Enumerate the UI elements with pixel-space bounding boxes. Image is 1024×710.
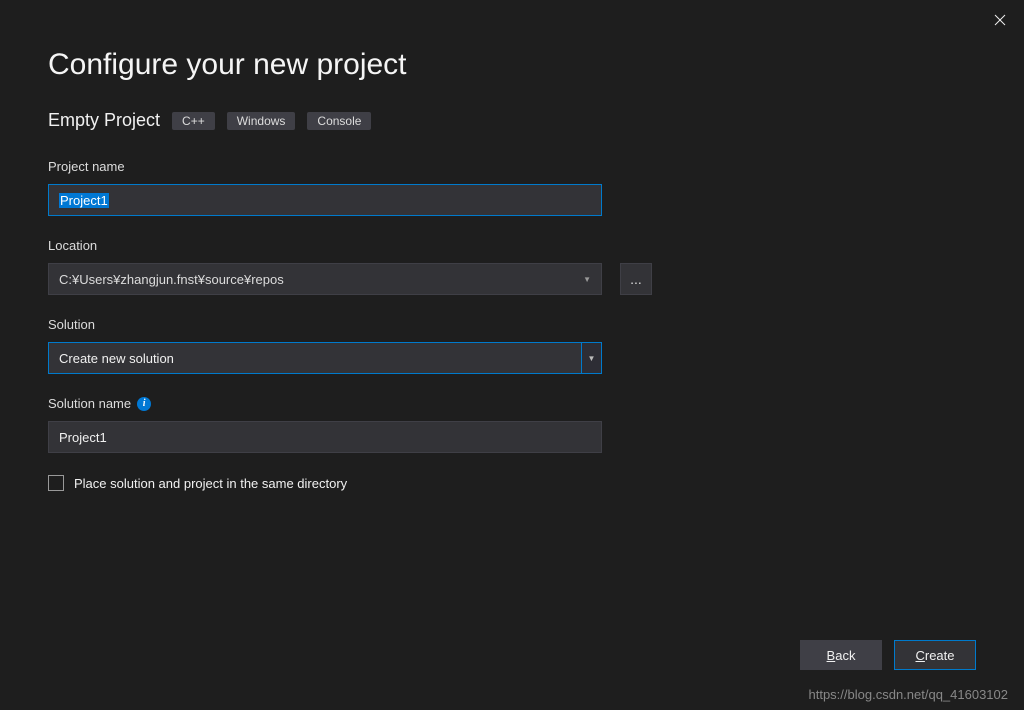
same-directory-checkbox-row[interactable]: Place solution and project in the same d… — [48, 475, 976, 491]
browse-button[interactable]: ... — [620, 263, 652, 295]
close-button[interactable] — [994, 10, 1006, 31]
same-directory-checkbox[interactable] — [48, 475, 64, 491]
chevron-down-icon: ▼ — [583, 275, 591, 284]
template-tag: Windows — [227, 112, 296, 130]
watermark: https://blog.csdn.net/qq_41603102 — [809, 687, 1009, 702]
template-tag: Console — [307, 112, 371, 130]
template-name: Empty Project — [48, 110, 160, 131]
location-label: Location — [48, 238, 976, 253]
solution-name-label: Solution name i — [48, 396, 976, 411]
location-input[interactable]: C:¥Users¥zhangjun.fnst¥source¥repos ▼ — [48, 263, 602, 295]
solution-value: Create new solution — [49, 343, 581, 373]
page-title: Configure your new project — [48, 48, 976, 82]
create-button[interactable]: Create — [894, 640, 976, 670]
info-icon[interactable]: i — [137, 397, 151, 411]
template-header: Empty Project C++ Windows Console — [48, 110, 976, 131]
chevron-down-icon[interactable]: ▼ — [581, 343, 601, 373]
solution-select[interactable]: Create new solution ▼ — [48, 342, 602, 374]
project-name-input[interactable]: Project1 — [48, 184, 602, 216]
same-directory-label: Place solution and project in the same d… — [74, 476, 347, 491]
back-button[interactable]: Back — [800, 640, 882, 670]
template-tag: C++ — [172, 112, 215, 130]
location-value: C:¥Users¥zhangjun.fnst¥source¥repos — [59, 272, 284, 287]
solution-label: Solution — [48, 317, 976, 332]
solution-name-input[interactable]: Project1 — [48, 421, 602, 453]
project-name-label: Project name — [48, 159, 976, 174]
